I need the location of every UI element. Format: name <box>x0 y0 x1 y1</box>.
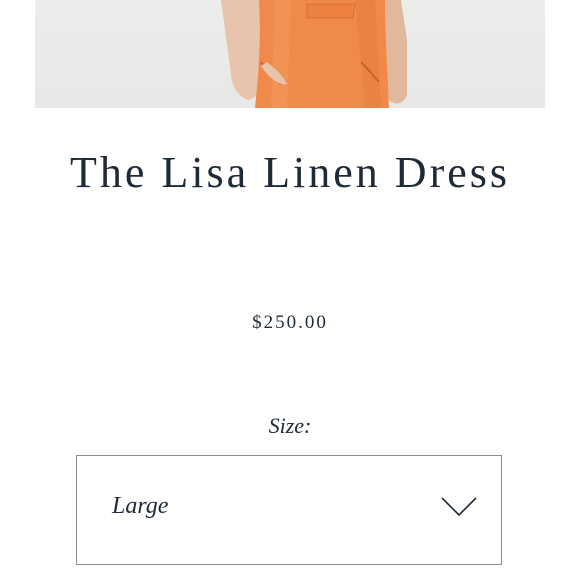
dress-photo-illustration <box>221 0 407 108</box>
size-dropdown[interactable]: Large <box>76 455 502 565</box>
chevron-down-icon <box>440 496 478 523</box>
product-price: $250.00 <box>252 312 328 333</box>
size-label: Size: <box>268 413 312 438</box>
size-selected-value: Large <box>112 493 169 519</box>
product-title: The Lisa Linen Dress <box>70 148 510 197</box>
product-image[interactable] <box>35 0 545 108</box>
